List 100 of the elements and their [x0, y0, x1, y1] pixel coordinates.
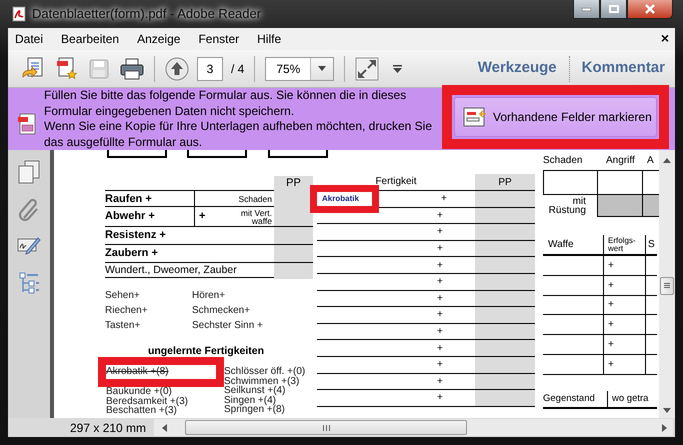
- sense-label: Sechster Sinn +: [192, 319, 264, 333]
- left-arrow-icon[interactable]: [162, 424, 168, 432]
- shaded-cell: [475, 208, 535, 224]
- shaded-cell: [475, 274, 535, 290]
- shaded-cell: [475, 307, 535, 323]
- column-header: A: [646, 154, 655, 168]
- pdf-document-icon: [12, 6, 26, 22]
- sense-label: Schmecken+: [192, 304, 252, 318]
- menu-item[interactable]: Anzeige: [135, 30, 182, 48]
- plus-sign: +: [608, 338, 614, 352]
- signature-pen-icon[interactable]: [17, 236, 41, 258]
- field-note: Schaden: [238, 195, 272, 204]
- skill-label: Baukunde +(0): [106, 387, 172, 397]
- plus-sign: +: [437, 374, 443, 389]
- print-icon[interactable]: [120, 58, 144, 80]
- column-header: Erfolgs- wert: [608, 236, 636, 252]
- zoom-dropdown[interactable]: 75%: [265, 56, 334, 80]
- sense-label: Tasten+: [105, 319, 142, 333]
- down-arrow-icon[interactable]: [663, 408, 671, 413]
- skill-label: Beschatten +(3): [106, 406, 177, 416]
- shaded-cell: [475, 356, 535, 373]
- expand-arrows-icon[interactable]: [355, 56, 380, 80]
- plus-sign: +: [608, 258, 614, 273]
- shaded-cell: [475, 240, 535, 256]
- page-count: / 4: [231, 60, 244, 78]
- field-note: mit Vert. waffe: [240, 208, 272, 224]
- window-title: Datenblaetter(form).pdf - Adobe Reader: [32, 5, 262, 24]
- column-header: wo getra: [612, 392, 648, 406]
- up-arrow-icon[interactable]: [663, 158, 671, 163]
- document-star-icon[interactable]: [56, 56, 78, 80]
- shaded-cell: [475, 390, 535, 406]
- grip-icon[interactable]: [664, 283, 670, 288]
- menu-item[interactable]: Bearbeiten: [59, 30, 122, 48]
- form-notice: Füllen Sie bitte das folgende Formular aus. Sie können die in dieses Formular eingegebenen Daten nicht speichern. Wenn Sie eine Kopie für Ihre Unterlagen aufheben möchten, drucken Sie das ausgefüllte Formular aus.: [44, 88, 434, 150]
- skill-label: Beredsamkeit +(3): [106, 396, 189, 406]
- page-number-field[interactable]: 3: [197, 56, 223, 80]
- shaded-cell: [274, 207, 313, 226]
- close-button[interactable]: [627, 0, 673, 19]
- column-header: Angriff: [605, 154, 636, 168]
- field-label: Resistenz +: [105, 228, 167, 244]
- menu-item[interactable]: Hilfe: [255, 30, 284, 48]
- skill-label: Springen +(8): [224, 405, 286, 415]
- shaded-cell: [475, 340, 535, 356]
- table-cell: [597, 194, 643, 216]
- text-field[interactable]: Akrobatik: [321, 192, 371, 205]
- field-label: Raufen +: [105, 192, 153, 207]
- skill-label: Schwimmen +(3): [224, 376, 300, 386]
- plus-sign: +: [441, 192, 447, 206]
- plus-sign: +: [608, 318, 614, 332]
- field-label: Wundert., Dweomer, Zauber: [105, 263, 238, 278]
- caret-icon[interactable]: [318, 66, 326, 71]
- plus-sign: +: [608, 298, 614, 312]
- minimize-icon[interactable]: [582, 8, 591, 10]
- plus-sign: +: [608, 278, 614, 293]
- grip-icon[interactable]: [322, 424, 330, 430]
- close-button[interactable]: ×: [660, 30, 669, 46]
- plus-sign: +: [437, 258, 443, 273]
- column-header: S: [648, 238, 655, 252]
- plus-sign: +: [437, 342, 443, 356]
- field-label: Abwehr +: [105, 209, 156, 224]
- page-size-label: 297 x 210 mm: [70, 420, 146, 436]
- column-header: Gegenstand: [543, 392, 595, 406]
- form-document-icon: [17, 113, 37, 135]
- menu-item[interactable]: Datei: [13, 30, 46, 48]
- shaded-cell: [274, 263, 313, 279]
- sense-label: Sehen+: [105, 289, 141, 303]
- shaded-cell: [274, 227, 313, 244]
- sense-label: Hören+: [192, 289, 226, 303]
- plus-sign: +: [437, 292, 443, 306]
- form-fields-icon: [463, 107, 487, 127]
- minimize-button[interactable]: [573, 0, 600, 19]
- highlight-fields-button[interactable]: Vorhandene Felder markieren: [454, 97, 657, 137]
- plus-sign: +: [608, 358, 614, 372]
- plus-sign: +: [437, 208, 443, 223]
- vertical-scrollbar[interactable]: [659, 150, 675, 418]
- shaded-cell: [475, 290, 535, 306]
- comment-button[interactable]: Kommentar: [582, 57, 665, 80]
- horizontal-scrollbar[interactable]: [154, 419, 673, 436]
- column-header: PP: [475, 174, 535, 190]
- plus-sign: +: [199, 209, 206, 224]
- paperclip-icon[interactable]: [18, 198, 40, 222]
- shaded-cell: [475, 257, 535, 273]
- maximize-button[interactable]: [600, 0, 627, 19]
- section-title: ungelernte Fertigkeiten: [148, 345, 264, 357]
- column-header: Waffe: [548, 238, 574, 252]
- close-icon[interactable]: [645, 4, 655, 14]
- pages-icon[interactable]: [18, 160, 40, 184]
- plus-sign: +: [437, 275, 443, 290]
- document-arrow-icon[interactable]: [22, 56, 44, 80]
- caret-icon[interactable]: [393, 64, 402, 72]
- menu-item[interactable]: Fenster: [196, 30, 242, 48]
- shaded-cell: [274, 245, 313, 262]
- right-arrow-icon[interactable]: [662, 424, 667, 432]
- skill-label: Schlösser öff. +(0): [224, 367, 306, 377]
- column-header: Fertigkeit: [375, 175, 417, 189]
- sense-label: Riechen+: [105, 304, 149, 318]
- column-header: PP: [274, 176, 313, 191]
- shaded-cell: [475, 224, 535, 240]
- tree-structure-icon[interactable]: [19, 272, 39, 294]
- tools-button[interactable]: Werkzeuge: [478, 57, 557, 80]
